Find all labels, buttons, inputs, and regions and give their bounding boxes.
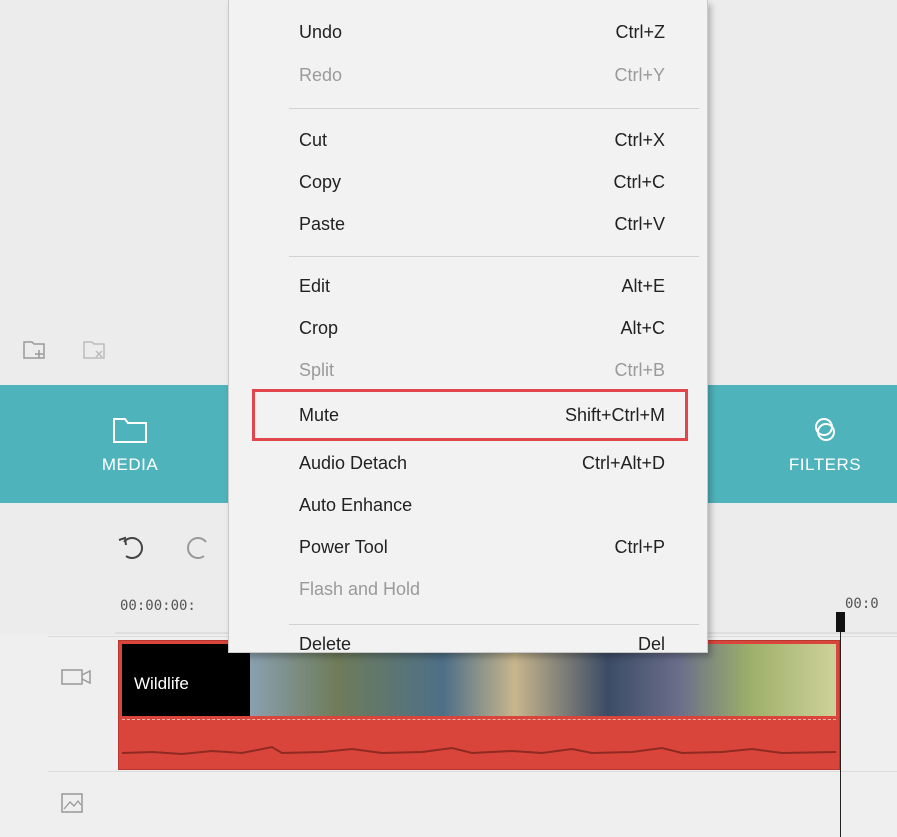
redo-icon[interactable] bbox=[180, 534, 214, 567]
menu-item-power-tool[interactable]: Power Tool Ctrl+P bbox=[229, 529, 707, 565]
menu-item-label: Split bbox=[299, 360, 335, 380]
menu-item-label: Flash and Hold bbox=[299, 579, 421, 599]
playhead-handle[interactable] bbox=[836, 612, 845, 632]
remove-folder-icon[interactable] bbox=[82, 338, 108, 362]
menu-item-shortcut: Ctrl+Z bbox=[615, 22, 666, 42]
menu-item-label: Copy bbox=[299, 172, 342, 192]
menu-item-cut[interactable]: Cut Ctrl+X bbox=[229, 122, 707, 158]
mute-highlight-annotation bbox=[252, 389, 688, 441]
tab-media[interactable]: MEDIA bbox=[70, 415, 190, 475]
add-folder-icon[interactable] bbox=[22, 338, 48, 362]
menu-item-label: Edit bbox=[299, 276, 331, 296]
menu-item-shortcut: Alt+C bbox=[620, 318, 665, 338]
image-track-icon bbox=[60, 792, 86, 821]
timecode-end: 00:0 bbox=[845, 596, 879, 612]
menu-item-copy[interactable]: Copy Ctrl+C bbox=[229, 164, 707, 200]
audio-waveform bbox=[122, 745, 836, 756]
menu-item-undo[interactable]: Undo Ctrl+Z bbox=[229, 14, 707, 50]
clip-title-box: Wildlife bbox=[122, 644, 250, 716]
clip-title: Wildlife bbox=[134, 674, 189, 693]
filters-icon bbox=[815, 418, 835, 441]
video-clip-wildlife[interactable]: Wildlife bbox=[118, 640, 840, 770]
timecode-start: 00:00:00: bbox=[120, 598, 196, 614]
menu-item-shortcut: Ctrl+X bbox=[614, 130, 665, 150]
menu-item-label: Cut bbox=[299, 130, 328, 150]
menu-item-shortcut: Ctrl+B bbox=[614, 360, 665, 380]
menu-item-shortcut: Ctrl+V bbox=[614, 214, 665, 234]
menu-item-label: Audio Detach bbox=[299, 453, 408, 473]
clip-divider bbox=[122, 719, 836, 720]
menu-separator bbox=[289, 256, 699, 257]
menu-item-shortcut: Alt+E bbox=[621, 276, 665, 296]
menu-item-label: Auto Enhance bbox=[299, 495, 413, 515]
folder-icon bbox=[113, 418, 147, 443]
menu-item-label: Crop bbox=[299, 318, 339, 338]
tab-filters-label: FILTERS bbox=[788, 455, 862, 474]
menu-item-label: Power Tool bbox=[299, 537, 388, 557]
menu-item-audio-detach[interactable]: Audio Detach Ctrl+Alt+D bbox=[229, 445, 707, 481]
menu-item-edit[interactable]: Edit Alt+E bbox=[229, 268, 707, 304]
menu-item-shortcut: Ctrl+C bbox=[613, 172, 665, 192]
menu-separator bbox=[289, 108, 699, 109]
menu-item-label: Delete bbox=[299, 634, 352, 654]
menu-item-label: Paste bbox=[299, 214, 346, 234]
menu-item-redo[interactable]: Redo Ctrl+Y bbox=[229, 57, 707, 93]
menu-item-shortcut: Del bbox=[637, 634, 665, 654]
menu-item-shortcut: Ctrl+Alt+D bbox=[581, 453, 665, 473]
menu-item-label: Undo bbox=[299, 22, 343, 42]
menu-item-flash-and-hold[interactable]: Flash and Hold bbox=[229, 571, 707, 607]
menu-item-shortcut: Ctrl+P bbox=[614, 537, 665, 557]
menu-item-crop[interactable]: Crop Alt+C bbox=[229, 310, 707, 346]
menu-item-delete[interactable]: Delete Del bbox=[229, 612, 707, 654]
track-divider-middle bbox=[48, 771, 897, 772]
menu-item-label: Redo bbox=[299, 65, 343, 85]
menu-item-shortcut: Ctrl+Y bbox=[614, 65, 665, 85]
menu-item-split[interactable]: Split Ctrl+B bbox=[229, 352, 707, 388]
playhead-line[interactable] bbox=[840, 612, 841, 837]
menu-item-auto-enhance[interactable]: Auto Enhance bbox=[229, 487, 707, 523]
tab-filters[interactable]: FILTERS bbox=[765, 415, 885, 475]
undo-icon[interactable] bbox=[116, 534, 150, 567]
menu-item-paste[interactable]: Paste Ctrl+V bbox=[229, 206, 707, 242]
tab-media-label: MEDIA bbox=[101, 455, 159, 474]
video-track-icon bbox=[60, 666, 96, 693]
context-menu: Undo Ctrl+Z Redo Ctrl+Y Cut Ctrl+X Copy … bbox=[228, 0, 708, 654]
